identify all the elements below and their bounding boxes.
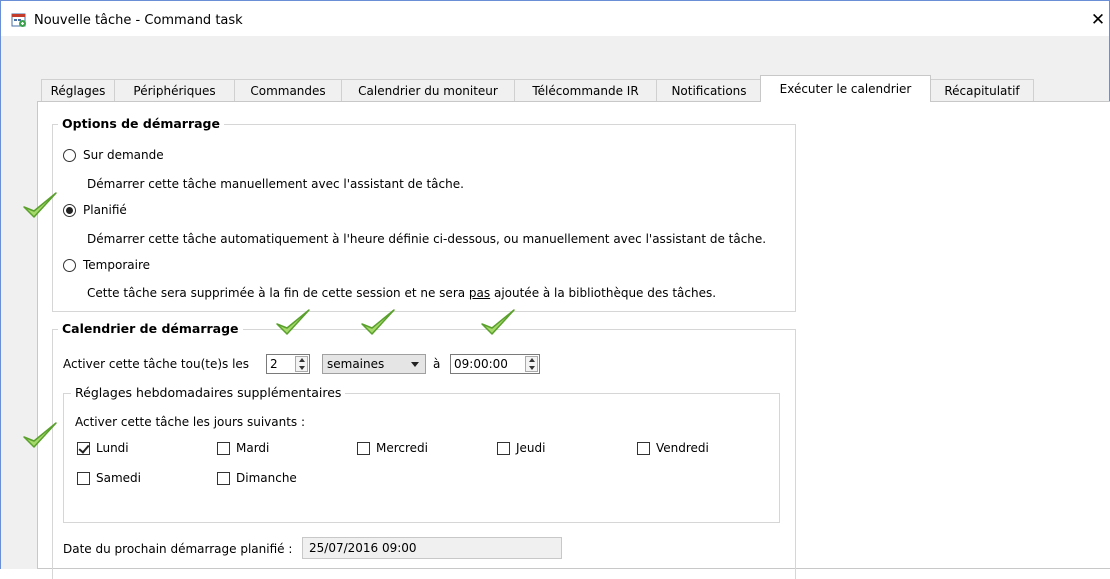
unit-dropdown[interactable]: semaines xyxy=(322,354,426,374)
temporaire-description-underlined: pas xyxy=(468,286,491,300)
annotation-check-icon xyxy=(23,192,57,218)
chevron-down-icon xyxy=(411,362,419,367)
window-title: Nouvelle tâche - Command task xyxy=(34,13,243,28)
next-start-value: 25/07/2016 09:00 xyxy=(309,541,417,555)
tab-calendrier-moniteur[interactable]: Calendrier du moniteur xyxy=(341,79,515,101)
time-value: 09:00:00 xyxy=(454,357,508,371)
annotation-check-icon xyxy=(23,422,57,448)
checkbox-mardi-label[interactable]: Mardi xyxy=(236,441,269,455)
checkbox-jeudi-label[interactable]: Jeudi xyxy=(516,441,545,455)
tab-recapitulatif[interactable]: Récapitulatif xyxy=(930,79,1034,101)
temporaire-description-after: ajoutée à la bibliothèque des tâches. xyxy=(490,286,717,300)
schedule-title: Calendrier de démarrage xyxy=(58,321,243,336)
task-app-icon xyxy=(11,13,26,27)
checkbox-mercredi-label[interactable]: Mercredi xyxy=(376,441,428,455)
radio-planifie-label[interactable]: Planifié xyxy=(83,203,127,217)
tab-telecommande-ir[interactable]: Télécommande IR xyxy=(514,79,657,101)
close-icon[interactable]: ✕ xyxy=(1088,10,1108,30)
planifie-description: Démarrer cette tâche automatiquement à l… xyxy=(87,232,767,246)
tab-peripheriques[interactable]: Périphériques xyxy=(114,79,235,101)
activate-every-label: Activer cette tâche tou(te)s les xyxy=(63,357,250,371)
checkbox-dimanche-label[interactable]: Dimanche xyxy=(236,471,297,485)
interval-spin-arrows-icon[interactable] xyxy=(295,356,308,372)
time-stepper[interactable]: 09:00:00 xyxy=(450,354,540,374)
next-start-label: Date du prochain démarrage planifié : xyxy=(63,542,293,556)
interval-stepper[interactable]: 2 xyxy=(266,354,310,374)
radio-sur-demande[interactable] xyxy=(63,149,76,162)
temporaire-description: Cette tâche sera supprimée à la fin de c… xyxy=(87,286,716,300)
checkbox-jeudi[interactable] xyxy=(497,442,510,455)
unit-value: semaines xyxy=(327,357,385,371)
annotation-check-icon xyxy=(276,309,310,335)
weekly-settings-group xyxy=(63,393,780,523)
checkbox-lundi[interactable] xyxy=(77,442,90,455)
checkbox-vendredi[interactable] xyxy=(637,442,650,455)
days-prompt: Activer cette tâche les jours suivants : xyxy=(75,415,306,429)
tab-reglages[interactable]: Réglages xyxy=(41,79,115,101)
startup-options-title: Options de démarrage xyxy=(58,116,224,131)
at-label: à xyxy=(433,357,441,371)
checkbox-samedi-label[interactable]: Samedi xyxy=(96,471,141,485)
radio-temporaire-label[interactable]: Temporaire xyxy=(83,258,150,272)
radio-temporaire[interactable] xyxy=(63,259,76,272)
radio-planifie[interactable] xyxy=(63,204,76,217)
checkbox-vendredi-label[interactable]: Vendredi xyxy=(656,441,709,455)
checkbox-lundi-label[interactable]: Lundi xyxy=(96,441,129,455)
weekly-settings-title: Réglages hebdomadaires supplémentaires xyxy=(71,385,346,400)
checkbox-mardi[interactable] xyxy=(217,442,230,455)
tab-notifications[interactable]: Notifications xyxy=(656,79,762,101)
checkbox-dimanche[interactable] xyxy=(217,472,230,485)
checkbox-mercredi[interactable] xyxy=(357,442,370,455)
interval-value: 2 xyxy=(270,357,278,371)
radio-sur-demande-label[interactable]: Sur demande xyxy=(83,148,164,162)
sur-demande-description: Démarrer cette tâche manuellement avec l… xyxy=(87,177,464,191)
tab-commandes[interactable]: Commandes xyxy=(234,79,342,101)
tab-executer-calendrier[interactable]: Exécuter le calendrier xyxy=(760,75,931,102)
temporaire-description-before: Cette tâche sera supprimée à la fin de c… xyxy=(87,286,469,300)
annotation-check-icon xyxy=(361,309,395,335)
annotation-check-icon xyxy=(481,309,515,335)
next-start-field: 25/07/2016 09:00 xyxy=(302,537,562,559)
time-spin-arrows-icon[interactable] xyxy=(525,356,538,372)
checkbox-samedi[interactable] xyxy=(77,472,90,485)
